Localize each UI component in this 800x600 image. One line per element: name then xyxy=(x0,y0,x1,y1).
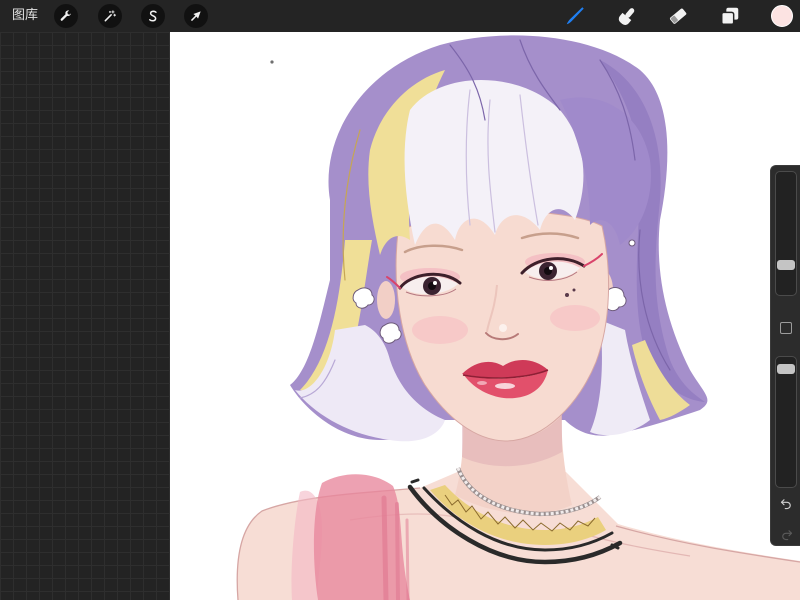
layers-button[interactable] xyxy=(718,4,742,28)
undo-icon xyxy=(780,498,791,509)
brush-sidebar xyxy=(770,165,800,546)
artwork xyxy=(170,32,800,600)
top-toolbar: 图库 xyxy=(0,0,800,32)
brush-icon xyxy=(566,7,584,25)
brush-size-slider[interactable] xyxy=(775,171,797,296)
smudge-button[interactable] xyxy=(615,4,639,28)
wrench-icon xyxy=(60,10,71,21)
redo-button[interactable] xyxy=(777,526,795,542)
brush-size-thumb[interactable] xyxy=(777,259,795,270)
eraser-icon xyxy=(669,8,687,24)
opacity-slider[interactable] xyxy=(775,356,797,488)
adjustments-button[interactable] xyxy=(98,4,122,28)
pink-paint-strokes xyxy=(291,474,410,600)
gallery-button[interactable]: 图库 xyxy=(12,7,38,25)
stray-dot xyxy=(270,60,274,64)
transform-button[interactable] xyxy=(184,4,208,28)
opacity-thumb[interactable] xyxy=(777,363,795,374)
smudge-icon xyxy=(618,8,635,25)
undo-button[interactable] xyxy=(777,495,795,511)
magic-wand-icon xyxy=(104,10,117,22)
redo-icon xyxy=(781,529,792,540)
brush-button[interactable] xyxy=(563,4,587,28)
selection-icon xyxy=(149,10,157,22)
modify-button[interactable] xyxy=(780,322,792,334)
canvas-workspace xyxy=(0,32,170,600)
color-swatch-button[interactable] xyxy=(771,5,793,27)
selection-button[interactable] xyxy=(141,4,165,28)
layers-icon xyxy=(721,7,739,25)
actions-button[interactable] xyxy=(54,4,78,28)
eraser-button[interactable] xyxy=(666,4,690,28)
drawing-canvas[interactable] xyxy=(170,32,800,600)
transform-arrow-icon xyxy=(191,11,201,21)
